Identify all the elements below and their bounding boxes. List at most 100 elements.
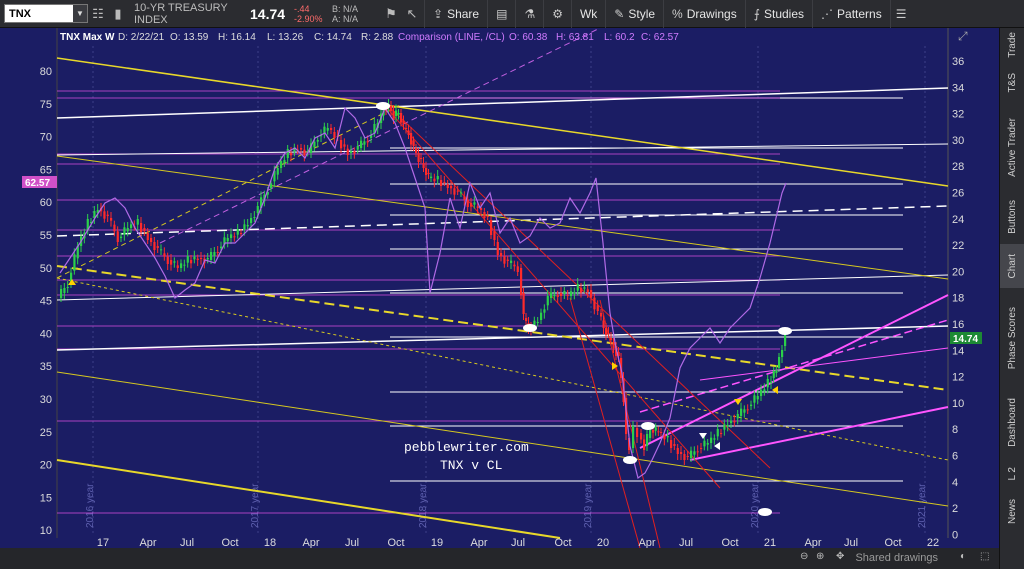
- candle-body: [425, 168, 428, 175]
- left-axis-tick: 25: [40, 427, 52, 439]
- more-button[interactable]: ☰: [889, 0, 912, 28]
- tab-trade[interactable]: Trade: [1000, 28, 1024, 62]
- candle-body: [646, 434, 649, 446]
- candle-body: [226, 238, 229, 242]
- style-button[interactable]: ✎ Style: [605, 0, 663, 28]
- right-axis-tick: 10: [952, 398, 964, 410]
- share-button[interactable]: ⇪ Share: [424, 0, 487, 28]
- candle-body: [686, 456, 689, 457]
- candle-body: [246, 225, 249, 227]
- lab-button[interactable]: ⚗: [515, 0, 543, 28]
- candle-body: [433, 178, 436, 182]
- candle-body: [213, 252, 216, 256]
- candle-body: [503, 256, 506, 264]
- candle-body: [110, 218, 113, 221]
- tab-dashboard[interactable]: Dashboard: [1000, 388, 1024, 456]
- candle-body: [73, 254, 76, 271]
- candle-body: [163, 253, 166, 257]
- left-axis-tick: 80: [40, 66, 52, 78]
- candle-body: [363, 141, 366, 145]
- flag-icon[interactable]: ⚑: [382, 6, 400, 22]
- chevron-down-icon[interactable]: ▼: [73, 5, 87, 22]
- left-axis-tick: 50: [40, 263, 52, 275]
- candle-body: [696, 451, 699, 453]
- cursor-icon[interactable]: ↖: [400, 6, 424, 22]
- candle-body: [405, 128, 408, 129]
- zoom-out-icon[interactable]: ⊖: [800, 551, 808, 562]
- left-axis-tick: 60: [40, 197, 52, 209]
- candle-body: [180, 263, 183, 268]
- candle-body: [210, 252, 213, 260]
- print-button[interactable]: ▤: [487, 0, 515, 28]
- candle-body: [590, 290, 593, 298]
- price-change: -.44 -2.90%: [294, 4, 332, 24]
- tab-buttons[interactable]: Buttons: [1000, 190, 1024, 244]
- right-axis-tick: 26: [952, 188, 964, 200]
- shared-drawings[interactable]: Shared drawings: [855, 552, 938, 564]
- period-button[interactable]: Wk: [570, 0, 605, 28]
- candle-body: [400, 113, 403, 123]
- header-comp-open: O: 60.38: [509, 32, 548, 43]
- watermark-site: pebblewriter.com: [404, 440, 529, 455]
- candle-body: [583, 287, 586, 289]
- drawings-button[interactable]: % Drawings: [663, 0, 745, 28]
- candle-body: [654, 427, 657, 431]
- candle-body: [640, 433, 643, 440]
- toggle-icon[interactable]: ◐: [960, 551, 966, 562]
- patterns-button[interactable]: ⋰ Patterns: [812, 0, 890, 28]
- tab-ts[interactable]: T&S: [1000, 62, 1024, 104]
- candle-body: [407, 130, 410, 135]
- candle-body: [220, 246, 223, 248]
- symbol-text: TNX: [9, 7, 31, 20]
- tab-news[interactable]: News: [1000, 492, 1024, 532]
- x-axis-tick: Jul: [844, 537, 858, 548]
- candle-body: [440, 180, 443, 186]
- candle-body: [196, 258, 199, 260]
- candle-body: [276, 168, 279, 175]
- candle-body: [240, 233, 243, 234]
- pivot-marker: [376, 102, 390, 110]
- collapse-icon[interactable]: ⤢: [957, 29, 968, 43]
- candle-body: [520, 268, 523, 295]
- candle-body: [356, 146, 359, 150]
- candle-body: [580, 288, 583, 293]
- tab-level2[interactable]: L 2: [1000, 456, 1024, 492]
- pan-icon[interactable]: ✥: [836, 551, 844, 562]
- candle-body: [690, 450, 693, 458]
- price-chart[interactable]: 2016 year 2017 year 2018 year 2019 year 2020…: [0, 28, 1000, 548]
- right-axis-tick: 2: [952, 503, 958, 515]
- settings-button[interactable]: ⚙: [543, 0, 571, 28]
- candle-body: [706, 443, 709, 445]
- side-panel: Trade T&S Active Trader Buttons Chart Ph…: [999, 28, 1024, 569]
- x-axis-tick: Oct: [221, 537, 238, 548]
- right-axis-tick: 18: [952, 293, 964, 305]
- candle-body: [753, 395, 756, 403]
- header-low: L: 13.26: [267, 32, 304, 43]
- symbol-selector[interactable]: TNX ▼: [4, 4, 88, 23]
- tab-phase-scores[interactable]: Phase Scores: [1000, 288, 1024, 388]
- candle-body: [563, 291, 566, 294]
- candle-body: [775, 370, 778, 373]
- year-label: 2021 year: [917, 483, 928, 528]
- candle-body: [116, 231, 119, 242]
- pivot-marker: [778, 327, 792, 335]
- candle-body: [607, 333, 610, 334]
- right-axis-tick: 16: [952, 319, 964, 331]
- expand-icon[interactable]: ⬚: [980, 551, 989, 562]
- x-axis-tick: Apr: [139, 537, 156, 548]
- zoom-in-icon[interactable]: ⊕: [816, 551, 824, 562]
- candle-body: [510, 260, 513, 263]
- candle-body: [553, 294, 556, 297]
- x-axis-tick: Apr: [302, 537, 319, 548]
- bid-ask: B: N/A A: N/A: [332, 4, 382, 24]
- candle-body: [250, 218, 253, 223]
- watchlist-icon[interactable]: ☷: [88, 6, 108, 22]
- header-comp-high: H: 63.81: [556, 32, 594, 43]
- tab-chart[interactable]: Chart: [1000, 244, 1024, 288]
- bookmark-icon[interactable]: ▮: [108, 6, 128, 22]
- pivot-marker: [623, 456, 637, 464]
- candle-body: [140, 223, 143, 232]
- candle-body: [166, 256, 169, 264]
- studies-button[interactable]: ⨍ Studies: [744, 0, 812, 28]
- tab-active-trader[interactable]: Active Trader: [1000, 104, 1024, 190]
